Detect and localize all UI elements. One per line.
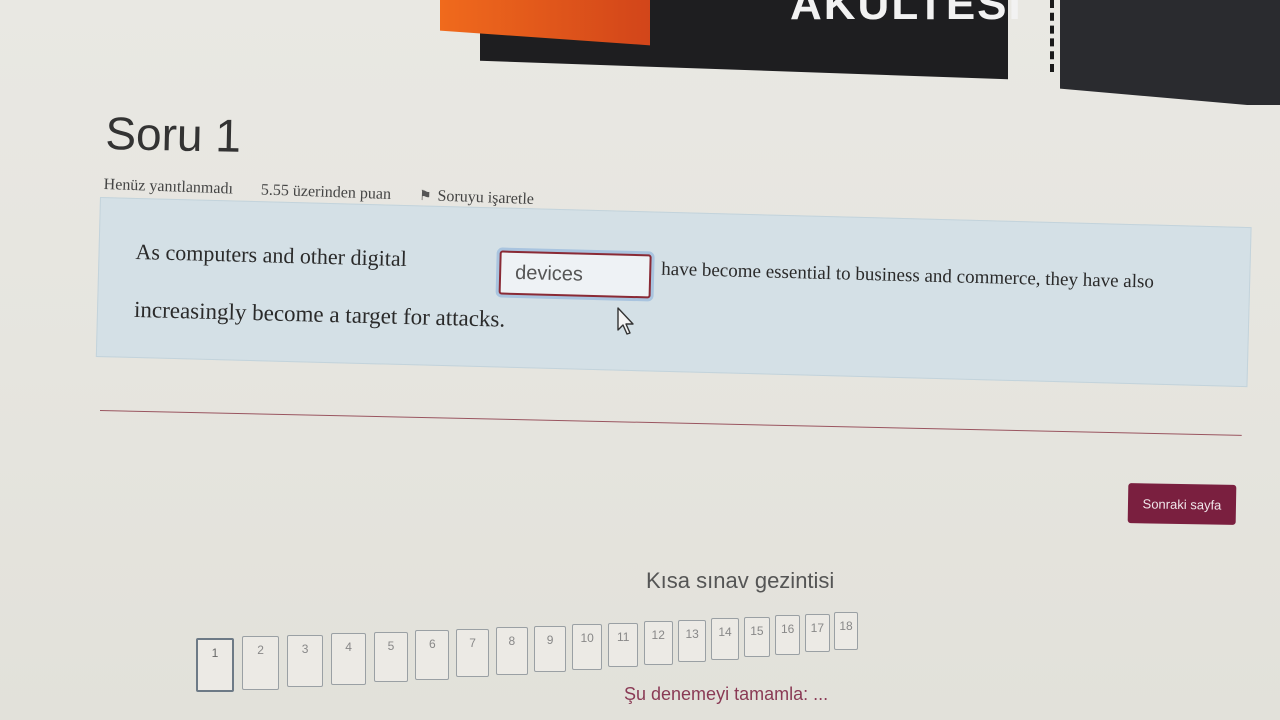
banner-image bbox=[1060, 0, 1280, 105]
quiz-nav-button-13[interactable]: 13 bbox=[678, 619, 707, 663]
quiz-nav-button-17[interactable]: 17 bbox=[804, 613, 830, 653]
question-text-after: have become essential to business and co… bbox=[661, 258, 1155, 293]
quiz-nav-button-16[interactable]: 16 bbox=[774, 615, 801, 655]
quiz-nav-button-3[interactable]: 3 bbox=[286, 634, 324, 688]
mouse-pointer-icon bbox=[617, 307, 634, 335]
quiz-nav-button-5[interactable]: 5 bbox=[373, 631, 409, 683]
quiz-nav-grid: 1 2 3 4 5 6 7 8 9 10 11 12 13 14 15 16 17 18 bbox=[196, 612, 936, 692]
content-divider bbox=[99, 410, 1242, 436]
quiz-nav-button-7[interactable]: 7 bbox=[456, 628, 490, 678]
banner-divider bbox=[1050, 0, 1060, 72]
question-text-before: As computers and other digital bbox=[135, 238, 408, 272]
next-page-button[interactable]: Sonraki sayfa bbox=[1127, 483, 1237, 525]
question-text-line2: increasingly become a target for attacks… bbox=[133, 296, 506, 332]
question-status: Henüz yanıtlanmadı bbox=[103, 176, 234, 198]
finish-attempt-link[interactable]: Şu denemeyi tamamla: ... bbox=[624, 684, 828, 705]
flag-icon: ⚑ bbox=[418, 188, 432, 204]
quiz-nav-button-15[interactable]: 15 bbox=[743, 616, 771, 658]
site-banner: AKULTESI bbox=[0, 0, 1280, 105]
quiz-nav-button-8[interactable]: 8 bbox=[495, 627, 528, 675]
quiz-nav-button-2[interactable]: 2 bbox=[242, 636, 280, 690]
quiz-nav-button-9[interactable]: 9 bbox=[534, 625, 566, 673]
answer-input[interactable] bbox=[498, 250, 652, 299]
quiz-nav-button-14[interactable]: 14 bbox=[711, 618, 739, 660]
quiz-nav-button-1[interactable]: 1 bbox=[196, 638, 234, 692]
quiz-nav-button-4[interactable]: 4 bbox=[330, 633, 367, 685]
banner-text: AKULTESI bbox=[790, 0, 1023, 29]
quiz-nav-button-11[interactable]: 11 bbox=[608, 622, 639, 668]
quiz-nav-title: Kısa sınav gezintisi bbox=[646, 568, 835, 593]
question-title: Soru 1 bbox=[104, 106, 242, 162]
quiz-nav-button-6[interactable]: 6 bbox=[415, 630, 450, 680]
quiz-nav-button-12[interactable]: 12 bbox=[643, 621, 673, 665]
quiz-nav-button-10[interactable]: 10 bbox=[571, 624, 603, 670]
question-points: 5.55 üzerinden puan bbox=[260, 181, 392, 204]
quiz-nav-button-18[interactable]: 18 bbox=[834, 612, 858, 650]
question-box: As computers and other digital have beco… bbox=[95, 197, 1252, 388]
